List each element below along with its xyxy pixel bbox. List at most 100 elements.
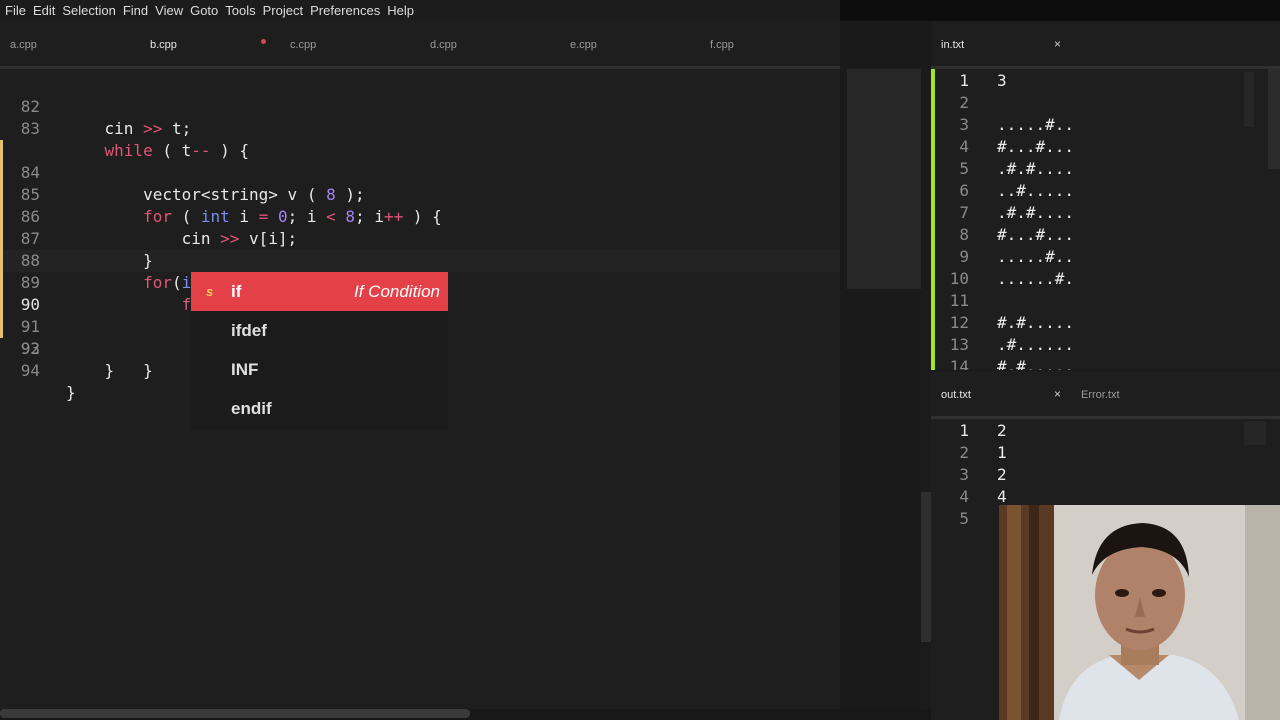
input-tab-bar: in.txt × bbox=[931, 21, 1280, 69]
line-number: 7 bbox=[959, 203, 969, 222]
editor-minimap[interactable] bbox=[847, 69, 921, 289]
text-line: 21 bbox=[931, 442, 1261, 464]
text-line: 9 .....#.. bbox=[931, 246, 1261, 268]
menu-tools[interactable]: Tools bbox=[225, 3, 255, 18]
tab-d-cpp[interactable]: d.cpp bbox=[420, 21, 560, 69]
line-text: #.#..... bbox=[997, 357, 1075, 370]
line-number: 1 bbox=[959, 71, 969, 90]
code-line: 83 while ( t-- ) { bbox=[0, 96, 840, 160]
line-number: 2 bbox=[959, 443, 969, 462]
code-line-current: 90 if bbox=[0, 250, 840, 336]
tab-label: Error.txt bbox=[1081, 389, 1120, 401]
text-line: 3 .....#.. bbox=[931, 114, 1261, 136]
code-line: 88 for(int i=1;i<7;i++){ bbox=[0, 206, 840, 292]
autocomplete-item-endif[interactable]: endif bbox=[191, 389, 448, 428]
text-line: 32 bbox=[931, 464, 1261, 486]
tab-f-cpp[interactable]: f.cpp bbox=[700, 21, 840, 69]
tab-label: a.cpp bbox=[10, 39, 37, 51]
presenter-video bbox=[999, 505, 1280, 720]
text-line: 4 #...#... bbox=[931, 136, 1261, 158]
close-icon[interactable]: × bbox=[1054, 387, 1061, 401]
tab-out-txt[interactable]: out.txt × bbox=[931, 371, 1071, 419]
line-number: 14 bbox=[949, 357, 969, 370]
autocomplete-item-inf[interactable]: INF bbox=[191, 350, 448, 389]
autocomplete-popup: s if If Condition ifdef INF endif bbox=[191, 272, 448, 429]
menu-view[interactable]: View bbox=[155, 3, 183, 18]
tab-c-cpp[interactable]: c.cpp bbox=[280, 21, 420, 69]
line-number: 94 bbox=[20, 361, 40, 380]
editor-vertical-scroll-thumb[interactable] bbox=[921, 492, 931, 642]
menu-find[interactable]: Find bbox=[123, 3, 148, 18]
tab-label: f.cpp bbox=[710, 39, 734, 51]
text-line: 12 bbox=[931, 420, 1261, 442]
tab-error-txt[interactable]: Error.txt bbox=[1071, 371, 1211, 419]
code-line: 82 cin >> t; bbox=[0, 74, 840, 138]
autocomplete-text: INF bbox=[231, 360, 259, 379]
line-text: .....#.. bbox=[997, 247, 1075, 266]
text-line: 10 ......#. bbox=[931, 268, 1261, 290]
menu-goto[interactable]: Goto bbox=[190, 3, 218, 18]
menu-file[interactable]: File bbox=[5, 3, 26, 18]
autocomplete-hint: If Condition bbox=[354, 282, 440, 301]
menu-selection[interactable]: Selection bbox=[62, 3, 115, 18]
tab-label: in.txt bbox=[941, 39, 965, 51]
menu-preferences[interactable]: Preferences bbox=[310, 3, 380, 18]
autocomplete-item-if[interactable]: s if If Condition bbox=[191, 272, 448, 311]
line-number: 3 bbox=[959, 115, 969, 134]
code-line: 85 for ( int i = 0; i < 8; i++ ) { bbox=[0, 140, 840, 226]
autocomplete-text: if bbox=[231, 282, 242, 301]
line-text: ..#..... bbox=[997, 181, 1075, 200]
text-line: 5 .#.#.... bbox=[931, 158, 1261, 180]
menu-help[interactable]: Help bbox=[387, 3, 414, 18]
text-line: 14 #.#..... bbox=[931, 356, 1261, 370]
autocomplete-item-ifdef[interactable]: ifdef bbox=[191, 311, 448, 350]
tab-label: d.cpp bbox=[430, 39, 457, 51]
tab-label: c.cpp bbox=[290, 39, 317, 51]
line-text: #...#... bbox=[997, 225, 1075, 244]
text-line: 13 bbox=[931, 70, 1261, 92]
menubar-filler bbox=[840, 0, 1280, 21]
output-minimap[interactable] bbox=[1244, 421, 1266, 445]
line-text: ......#. bbox=[997, 269, 1075, 288]
text-line: 2 bbox=[931, 92, 1261, 114]
line-number: 4 bbox=[959, 487, 969, 506]
tab-e-cpp[interactable]: e.cpp bbox=[560, 21, 700, 69]
output-tab-bar: out.txt × Error.txt bbox=[931, 371, 1280, 419]
close-icon[interactable]: × bbox=[1054, 37, 1061, 51]
code-text: } bbox=[66, 383, 76, 402]
line-number: 9 bbox=[959, 247, 969, 266]
line-text: .#...... bbox=[997, 335, 1075, 354]
snippet-kind-icon: s bbox=[206, 284, 214, 299]
text-line: 12 #.#..... bbox=[931, 312, 1261, 334]
line-number: 4 bbox=[959, 137, 969, 156]
menu-edit[interactable]: Edit bbox=[33, 3, 55, 18]
editor-horizontal-scroll-thumb[interactable] bbox=[0, 709, 470, 718]
unsaved-dot-icon[interactable] bbox=[261, 39, 266, 44]
code-line: 84 vector<string> v ( 8 ); bbox=[0, 118, 840, 204]
text-line: 7 .#.#.... bbox=[931, 202, 1261, 224]
editor-tab-bar: a.cpp b.cpp c.cpp d.cpp e.cpp f.cpp bbox=[0, 21, 840, 69]
menu-bar: File Edit Selection Find View Goto Tools… bbox=[0, 0, 840, 21]
tab-label: out.txt bbox=[941, 389, 971, 401]
menu-project[interactable]: Project bbox=[263, 3, 303, 18]
line-number: 1 bbox=[959, 421, 969, 440]
text-line: 6 ..#..... bbox=[931, 180, 1261, 202]
tab-a-cpp[interactable]: a.cpp bbox=[0, 21, 140, 69]
line-number: 13 bbox=[949, 335, 969, 354]
input-file-lines: 1 3 2 3 .....#.. 4 #...#... 5 .#.#.... 6 ..#..... 7… bbox=[931, 69, 1280, 370]
autocomplete-text: ifdef bbox=[231, 321, 267, 340]
line-text: #...#... bbox=[997, 137, 1075, 156]
line-text: .#.#.... bbox=[997, 203, 1075, 222]
code-line: 87 } bbox=[0, 184, 840, 270]
autocomplete-text: endif bbox=[231, 399, 272, 418]
line-number: 8 bbox=[959, 225, 969, 244]
webcam-overlay bbox=[999, 505, 1280, 720]
line-text: 3 bbox=[997, 71, 1007, 90]
text-line: 13 .#...... bbox=[931, 334, 1261, 356]
tab-b-cpp[interactable]: b.cpp bbox=[140, 21, 280, 69]
tab-in-txt[interactable]: in.txt × bbox=[931, 21, 1071, 69]
text-line: 11 bbox=[931, 290, 1261, 312]
line-text: .....#.. bbox=[997, 115, 1075, 134]
tab-label: b.cpp bbox=[150, 39, 177, 51]
code-text: } bbox=[66, 361, 115, 380]
